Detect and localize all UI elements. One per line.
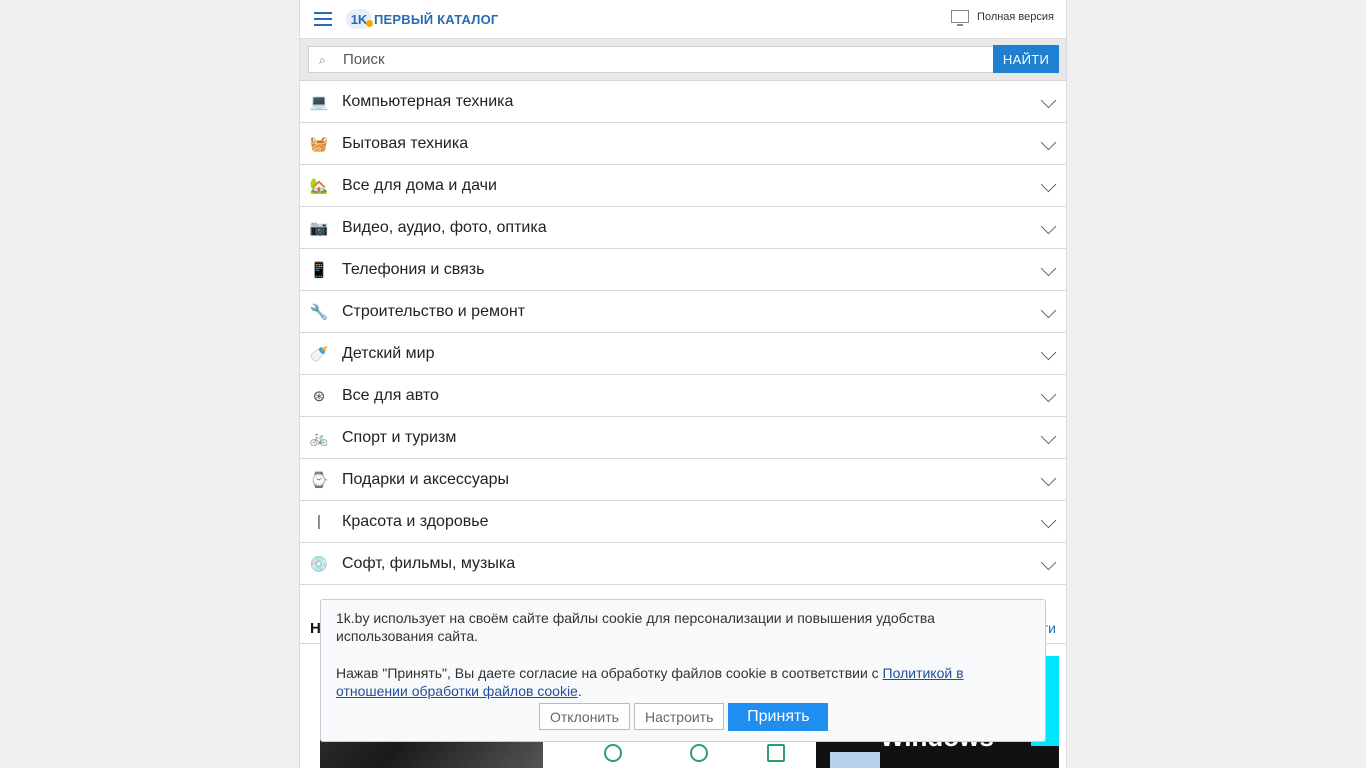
search-bar: ⌕ НАЙТИ: [300, 39, 1066, 81]
wheel-icon: ⊛: [312, 387, 326, 405]
search-field[interactable]: ⌕: [308, 46, 994, 73]
logo-mark: 1K: [346, 9, 373, 29]
search-button[interactable]: НАЙТИ: [993, 45, 1059, 73]
category-label: Бытовая техника: [342, 134, 469, 152]
category-item[interactable]: 💻 Компьютерная техника: [300, 81, 1066, 123]
chevron-down-icon[interactable]: [1040, 260, 1057, 277]
category-item[interactable]: 📱 Телефония и связь: [300, 249, 1066, 291]
category-label: Все для авто: [342, 386, 439, 404]
cookie-consent-prefix: Нажав "Принять", Вы даете согласие на об…: [336, 665, 883, 681]
decline-button[interactable]: Отклонить: [539, 703, 630, 730]
category-item[interactable]: 🧺 Бытовая техника: [300, 123, 1066, 165]
watch-icon: ⌚: [309, 471, 329, 489]
lawn-mower-icon: 🏡: [309, 177, 329, 195]
category-label: Детский мир: [342, 344, 435, 362]
money-icon: [690, 744, 708, 762]
category-label: Спорт и туризм: [342, 428, 457, 446]
full-version-label: Полная версия: [977, 10, 1054, 23]
stroller-icon: 🍼: [309, 345, 329, 363]
chevron-down-icon[interactable]: [1040, 92, 1057, 109]
category-item[interactable]: ⊛ Все для авто: [300, 375, 1066, 417]
category-label: Компьютерная техника: [342, 92, 514, 110]
chevron-down-icon[interactable]: [1040, 176, 1057, 193]
presentation-icon: [767, 744, 785, 762]
category-item[interactable]: 🏡 Все для дома и дачи: [300, 165, 1066, 207]
accept-button[interactable]: Принять: [728, 703, 829, 731]
chevron-down-icon[interactable]: [1040, 470, 1057, 487]
monitor-icon: [951, 10, 970, 26]
search-icon: ⌕: [319, 52, 326, 67]
logo-text: ПЕРВЫЙ КАТАЛОГ: [374, 11, 499, 27]
category-label: Софт, фильмы, музыка: [342, 554, 516, 572]
chevron-down-icon[interactable]: [1040, 134, 1057, 151]
menu-icon[interactable]: [314, 12, 332, 26]
category-label: Видео, аудио, фото, оптика: [342, 218, 547, 236]
washing-machine-icon: 🧺: [309, 135, 329, 153]
category-item[interactable]: ⌚ Подарки и аксессуары: [300, 459, 1066, 501]
chevron-down-icon[interactable]: [1040, 302, 1057, 319]
header: 1K ПЕРВЫЙ КАТАЛОГ Полная версия: [300, 0, 1066, 39]
category-item[interactable]: 📷 Видео, аудио, фото, оптика: [300, 207, 1066, 249]
cookie-consent-text: Нажав "Принять", Вы даете согласие на об…: [336, 664, 996, 700]
disc-icon: 💿: [309, 555, 329, 573]
chevron-down-icon[interactable]: [1040, 386, 1057, 403]
chevron-down-icon[interactable]: [1040, 218, 1057, 235]
logo-mark-text: 1K: [350, 11, 368, 27]
chevron-down-icon[interactable]: [1040, 512, 1057, 529]
category-label: Подарки и аксессуары: [342, 470, 510, 488]
chevron-down-icon[interactable]: [1040, 344, 1057, 361]
laptop-icon: 💻: [309, 93, 329, 111]
category-item[interactable]: 🚲 Спорт и туризм: [300, 417, 1066, 459]
cookie-buttons: Отклонить Настроить Принять: [539, 703, 829, 731]
cookie-consent-suffix: .: [577, 683, 582, 699]
category-label: Строительство и ремонт: [342, 302, 526, 320]
drill-icon: 🔧: [309, 303, 329, 321]
thumb-block: [830, 752, 880, 768]
clock-icon: [604, 744, 622, 762]
category-item[interactable]: | Красота и здоровье: [300, 501, 1066, 543]
category-label: Телефония и связь: [342, 260, 485, 278]
cookie-text: 1k.by использует на своём сайте файлы co…: [336, 610, 935, 644]
category-item[interactable]: 💿 Софт, фильмы, музыка: [300, 543, 1066, 585]
search-input[interactable]: [341, 50, 945, 69]
category-label: Все для дома и дачи: [342, 176, 497, 194]
chevron-down-icon[interactable]: [1040, 554, 1057, 571]
category-item[interactable]: 🔧 Строительство и ремонт: [300, 291, 1066, 333]
cookie-banner: 1k.by использует на своём сайте файлы co…: [320, 599, 1046, 742]
camera-icon: 📷: [309, 219, 329, 237]
logo[interactable]: 1K ПЕРВЫЙ КАТАЛОГ: [346, 9, 499, 29]
toothbrush-icon: |: [317, 513, 321, 530]
phone-icon: 📱: [309, 261, 329, 279]
full-version-link[interactable]: Полная версия: [951, 10, 1054, 26]
bicycle-icon: 🚲: [309, 429, 329, 447]
category-list: 💻 Компьютерная техника 🧺 Бытовая техника 🏡 Вс…: [300, 81, 1066, 585]
settings-button[interactable]: Настроить: [633, 703, 725, 730]
chevron-down-icon[interactable]: [1040, 428, 1057, 445]
category-item[interactable]: 🍼 Детский мир: [300, 333, 1066, 375]
category-label: Красота и здоровье: [342, 512, 489, 530]
